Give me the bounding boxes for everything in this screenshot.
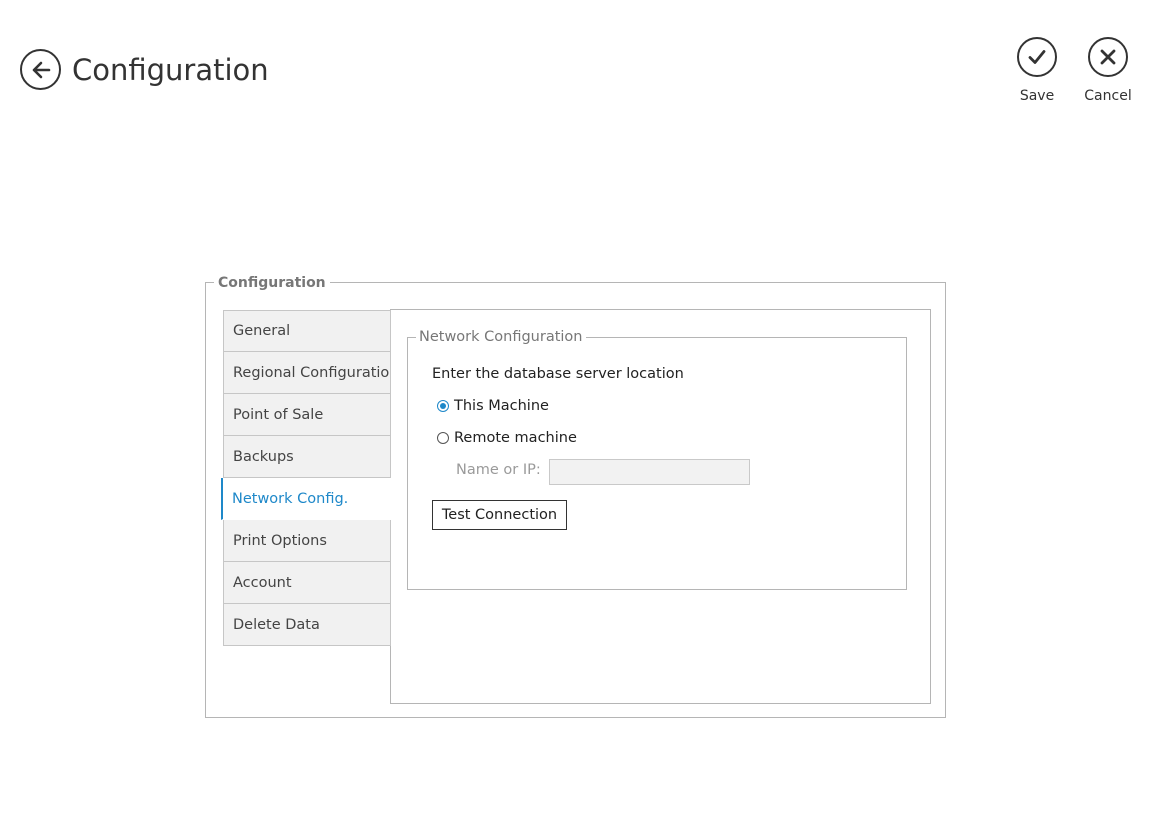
test-connection-button[interactable]: Test Connection: [432, 500, 567, 530]
server-location-instruction: Enter the database server location: [432, 366, 684, 382]
close-icon: [1100, 49, 1116, 65]
tab-general[interactable]: General: [223, 310, 391, 352]
tab-account[interactable]: Account: [223, 562, 391, 604]
radio-checked-icon: [437, 400, 449, 412]
tab-point-of-sale[interactable]: Point of Sale: [223, 394, 391, 436]
config-tab-list: General Regional Configuration Point of …: [221, 310, 392, 646]
save-label: Save: [1019, 88, 1055, 104]
cancel-button[interactable]: Cancel: [1078, 37, 1138, 104]
this-machine-label: This Machine: [454, 398, 549, 414]
remote-machine-radio[interactable]: Remote machine: [437, 430, 577, 446]
tab-regional-configuration[interactable]: Regional Configuration: [223, 352, 391, 394]
tab-print-options[interactable]: Print Options: [223, 520, 391, 562]
network-configuration-legend: Network Configuration: [416, 328, 586, 346]
checkmark-icon: [1028, 50, 1046, 64]
remote-machine-label: Remote machine: [454, 430, 577, 446]
tab-backups[interactable]: Backups: [223, 436, 391, 478]
this-machine-radio[interactable]: This Machine: [437, 398, 549, 414]
cancel-label: Cancel: [1084, 88, 1132, 104]
tab-network-config[interactable]: Network Config.: [221, 478, 392, 520]
name-or-ip-label: Name or IP:: [456, 462, 541, 478]
configuration-group-legend: Configuration: [214, 274, 330, 292]
page-title: Configuration: [72, 53, 269, 87]
back-button[interactable]: [20, 49, 61, 90]
back-arrow-icon: [32, 61, 50, 78]
save-button[interactable]: Save: [1007, 37, 1067, 104]
radio-unchecked-icon: [437, 432, 449, 444]
name-or-ip-input[interactable]: [549, 459, 750, 485]
tab-delete-data[interactable]: Delete Data: [223, 604, 391, 646]
